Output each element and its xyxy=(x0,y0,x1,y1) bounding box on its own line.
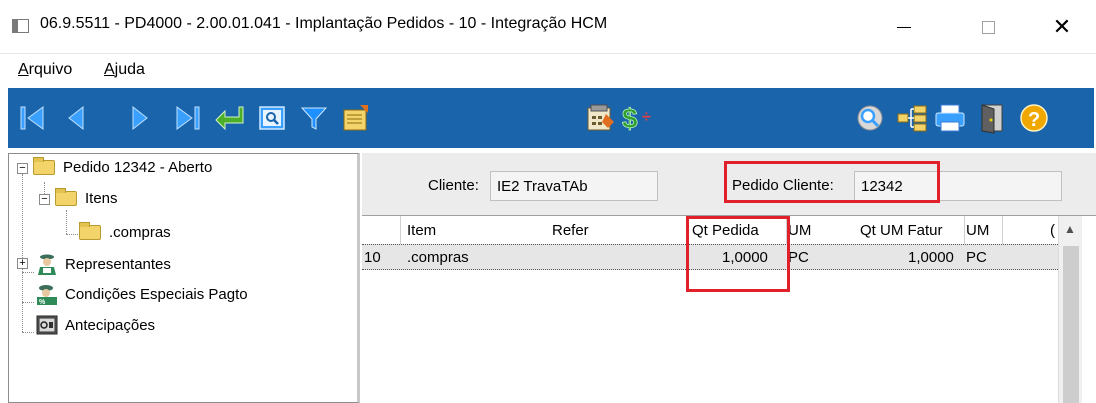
column-um[interactable]: UM xyxy=(788,222,811,239)
order-detail-panel: Cliente: IE2 TravaTAb Pedido Cliente: 12… xyxy=(362,153,1096,403)
minimize-button[interactable] xyxy=(878,0,930,54)
financial-button[interactable]: $ ÷ xyxy=(618,88,658,148)
column-refer[interactable]: Refer xyxy=(552,222,589,239)
title-bar: 06.9.5511 - PD4000 - 2.00.01.041 - Impla… xyxy=(0,0,1096,54)
exit-button[interactable] xyxy=(972,88,1012,148)
tree-connector xyxy=(22,332,34,333)
cell-qt-um-fatur: 1,0000 xyxy=(908,249,954,266)
calculator-notepad-icon xyxy=(587,104,614,131)
tree-node-label: .compras xyxy=(109,224,171,241)
tree-node-label: Antecipações xyxy=(65,316,156,334)
maximize-button[interactable] xyxy=(962,0,1014,54)
column-divider xyxy=(1002,216,1003,244)
previous-record-button[interactable] xyxy=(56,88,96,148)
svg-text:÷: ÷ xyxy=(642,109,651,126)
tree-node-condicoes[interactable]: % Condições Especiais Pagto xyxy=(35,283,248,305)
cell-item: .compras xyxy=(407,249,469,266)
window-title: 06.9.5511 - PD4000 - 2.00.01.041 - Impla… xyxy=(40,15,608,32)
filter-funnel-icon xyxy=(300,107,328,130)
printer-icon xyxy=(935,104,965,132)
close-icon: ✕ xyxy=(1052,14,1072,39)
cliente-field[interactable]: IE2 TravaTAb xyxy=(490,171,658,201)
expander-representantes[interactable]: + xyxy=(17,258,28,269)
next-record-icon xyxy=(132,105,148,131)
return-enter-icon xyxy=(215,106,244,131)
tree-node-compras[interactable]: .compras xyxy=(79,222,171,241)
filter-button[interactable] xyxy=(294,88,334,148)
expander-pedido[interactable]: − xyxy=(17,163,28,174)
last-record-icon xyxy=(176,106,200,130)
tree-node-antecipacoes[interactable]: Antecipações xyxy=(35,314,155,336)
cell-um-2: PC xyxy=(966,249,987,266)
svg-text:%: % xyxy=(39,299,46,305)
highlight-qt-pedida xyxy=(686,216,790,292)
tree-connector xyxy=(22,302,34,303)
representative-icon xyxy=(38,254,56,275)
query-magnifier-icon xyxy=(857,105,883,131)
print-button[interactable] xyxy=(930,88,970,148)
tree-connector xyxy=(22,272,34,273)
tree-node-label: Representantes xyxy=(65,255,171,273)
folder-icon xyxy=(55,188,77,206)
tree-connector xyxy=(22,272,23,332)
zoom-search-icon xyxy=(259,106,285,130)
svg-text:$: $ xyxy=(622,103,638,134)
last-record-button[interactable] xyxy=(168,88,208,148)
safe-box-icon xyxy=(36,315,58,335)
minimize-icon xyxy=(897,26,911,28)
column-divider xyxy=(964,216,965,244)
first-record-button[interactable] xyxy=(12,88,52,148)
tree-node-label: Pedido 12342 - Aberto xyxy=(63,159,213,176)
cell-um: PC xyxy=(788,249,809,266)
cell-seq: 10 xyxy=(364,249,381,266)
tree-structure-icon xyxy=(897,105,927,132)
folder-icon xyxy=(79,222,101,240)
tree-node-pedido[interactable]: Pedido 12342 - Aberto xyxy=(33,157,213,176)
zoom-button[interactable] xyxy=(252,88,292,148)
first-record-icon xyxy=(20,106,44,130)
app-window-icon xyxy=(12,19,29,33)
scroll-thumb[interactable] xyxy=(1063,246,1079,403)
payment-conditions-icon: % xyxy=(37,285,57,305)
vertical-scrollbar[interactable]: ▲ xyxy=(1058,216,1082,403)
help-question-icon: ? xyxy=(1020,104,1048,132)
help-button[interactable]: ? xyxy=(1014,88,1054,148)
items-grid[interactable]: Item Refer Qt Pedida UM Qt UM Fatur UM (… xyxy=(362,215,1096,403)
toolbar: $ ÷ ? xyxy=(8,88,1094,148)
exit-door-icon xyxy=(981,104,1003,134)
svg-text:?: ? xyxy=(1028,109,1040,131)
cliente-label: Cliente: xyxy=(428,177,479,194)
scroll-up-icon[interactable]: ▲ xyxy=(1064,222,1076,236)
menu-arquivo[interactable]: Arquivo xyxy=(18,61,72,79)
previous-record-icon xyxy=(68,105,84,131)
tree-node-itens[interactable]: Itens xyxy=(55,188,118,207)
column-qt-um-fatur[interactable]: Qt UM Fatur xyxy=(860,222,943,239)
tree-node-label: Itens xyxy=(85,190,118,207)
tree-node-representantes[interactable]: Representantes xyxy=(35,253,171,275)
column-divider xyxy=(400,216,401,244)
navigation-tree: − Pedido 12342 - Aberto − Itens .compras… xyxy=(8,153,360,403)
menu-bar: Arquivo Ajuda xyxy=(0,54,1096,88)
folder-icon xyxy=(33,157,55,175)
highlight-pedido-cliente xyxy=(724,161,940,203)
calculator-button[interactable] xyxy=(580,88,620,148)
column-um-2[interactable]: UM xyxy=(966,222,989,239)
tree-node-label: Condições Especiais Pagto xyxy=(65,285,248,303)
edit-button[interactable] xyxy=(336,88,376,148)
money-dollar-icon: $ ÷ xyxy=(622,103,651,134)
next-record-button[interactable] xyxy=(120,88,160,148)
return-button[interactable] xyxy=(210,88,250,148)
tree-connector xyxy=(66,210,67,234)
query-button[interactable] xyxy=(850,88,890,148)
column-truncated[interactable]: ( xyxy=(1050,222,1055,239)
tree-connector xyxy=(66,234,78,235)
maximize-icon xyxy=(981,20,995,34)
expander-itens[interactable]: − xyxy=(39,194,50,205)
order-header: Cliente: IE2 TravaTAb Pedido Cliente: 12… xyxy=(362,153,1096,215)
structure-button[interactable] xyxy=(892,88,932,148)
edit-document-icon xyxy=(343,105,368,131)
menu-ajuda[interactable]: Ajuda xyxy=(104,61,145,79)
column-item[interactable]: Item xyxy=(407,222,436,239)
close-button[interactable]: ✕ xyxy=(1036,0,1088,54)
